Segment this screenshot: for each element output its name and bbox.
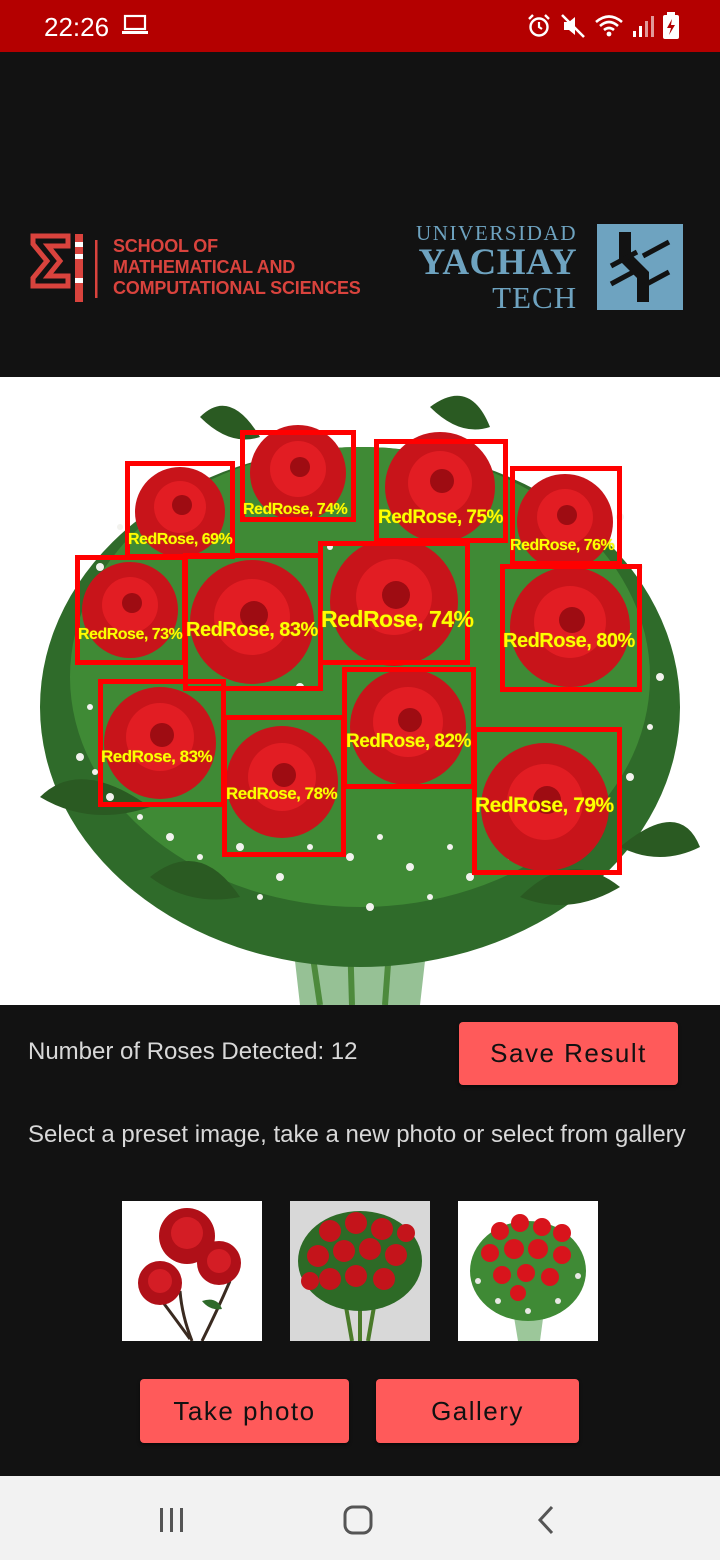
detection-label: RedRose, 69% [128, 531, 233, 548]
preset-image-2[interactable] [290, 1201, 430, 1341]
preset-roses-vase-icon [470, 1214, 586, 1341]
preset-image-1[interactable] [122, 1201, 262, 1341]
detection-box [75, 555, 187, 665]
yachay-wordmark: UNIVERSIDAD YACHAY TECH [416, 222, 577, 314]
battery-charging-icon [663, 12, 679, 39]
detection-label: RedRose, 78% [226, 784, 338, 803]
school-name-line-2: MATHEMATICAL AND [113, 257, 296, 277]
roses-count-text: Number of Roses Detected: 12 [28, 1038, 358, 1065]
preset-roses-three-icon [138, 1208, 241, 1341]
gallery-button[interactable]: Gallery [376, 1379, 579, 1443]
instruction-text: Select a preset image, take a new photo … [28, 1121, 686, 1148]
detection-box [318, 541, 470, 665]
wifi-icon [595, 15, 623, 37]
detection-box [98, 679, 226, 807]
mute-icon [561, 14, 585, 38]
school-name: SCHOOL OF MATHEMATICAL AND COMPUTATIONAL… [113, 236, 361, 299]
alarm-icon [528, 14, 550, 37]
yachay-logo-icon [597, 224, 683, 310]
app-header: SCHOOL OF MATHEMATICAL AND COMPUTATIONAL… [0, 52, 720, 377]
recent-apps-icon[interactable] [157, 1505, 187, 1535]
signal-icon [633, 16, 654, 37]
detection-label: RedRose, 75% [378, 507, 503, 528]
preset-image-3[interactable] [458, 1201, 598, 1341]
detection-label: RedRose, 73% [78, 626, 183, 643]
status-time: 22:26 [44, 12, 110, 42]
school-name-line-3: COMPUTATIONAL SCIENCES [113, 278, 361, 298]
detection-box [342, 667, 476, 789]
save-result-button[interactable]: Save Result [459, 1022, 678, 1085]
school-logo-icon [30, 233, 98, 302]
detection-label: RedRose, 82% [346, 731, 471, 752]
yachay-mid-text: YACHAY [418, 242, 578, 283]
result-image: RedRose, 69% RedRose, 74% RedRose, 75% R… [0, 377, 720, 1005]
preset-roses-bunch-icon [298, 1211, 422, 1341]
detection-label: RedRose, 76% [510, 537, 615, 554]
take-photo-button[interactable]: Take photo [140, 1379, 349, 1443]
yachay-bot-text: TECH [492, 280, 578, 315]
detection-label: RedRose, 83% [101, 747, 213, 766]
detection-box [500, 564, 642, 692]
detection-label: RedRose, 79% [475, 794, 614, 817]
detection-label: RedRose, 74% [243, 501, 348, 518]
school-name-line-1: SCHOOL OF [113, 236, 218, 256]
status-bar: 22:26 [0, 0, 720, 52]
detection-label: RedRose, 80% [503, 630, 635, 652]
back-icon[interactable] [534, 1504, 558, 1536]
navigation-bar [0, 1476, 720, 1560]
yachay-top-text: UNIVERSIDAD [416, 221, 578, 245]
detection-label: RedRose, 83% [186, 619, 318, 641]
laptop-icon [122, 14, 148, 34]
detection-label: RedRose, 74% [321, 606, 474, 632]
home-icon[interactable] [342, 1504, 374, 1536]
